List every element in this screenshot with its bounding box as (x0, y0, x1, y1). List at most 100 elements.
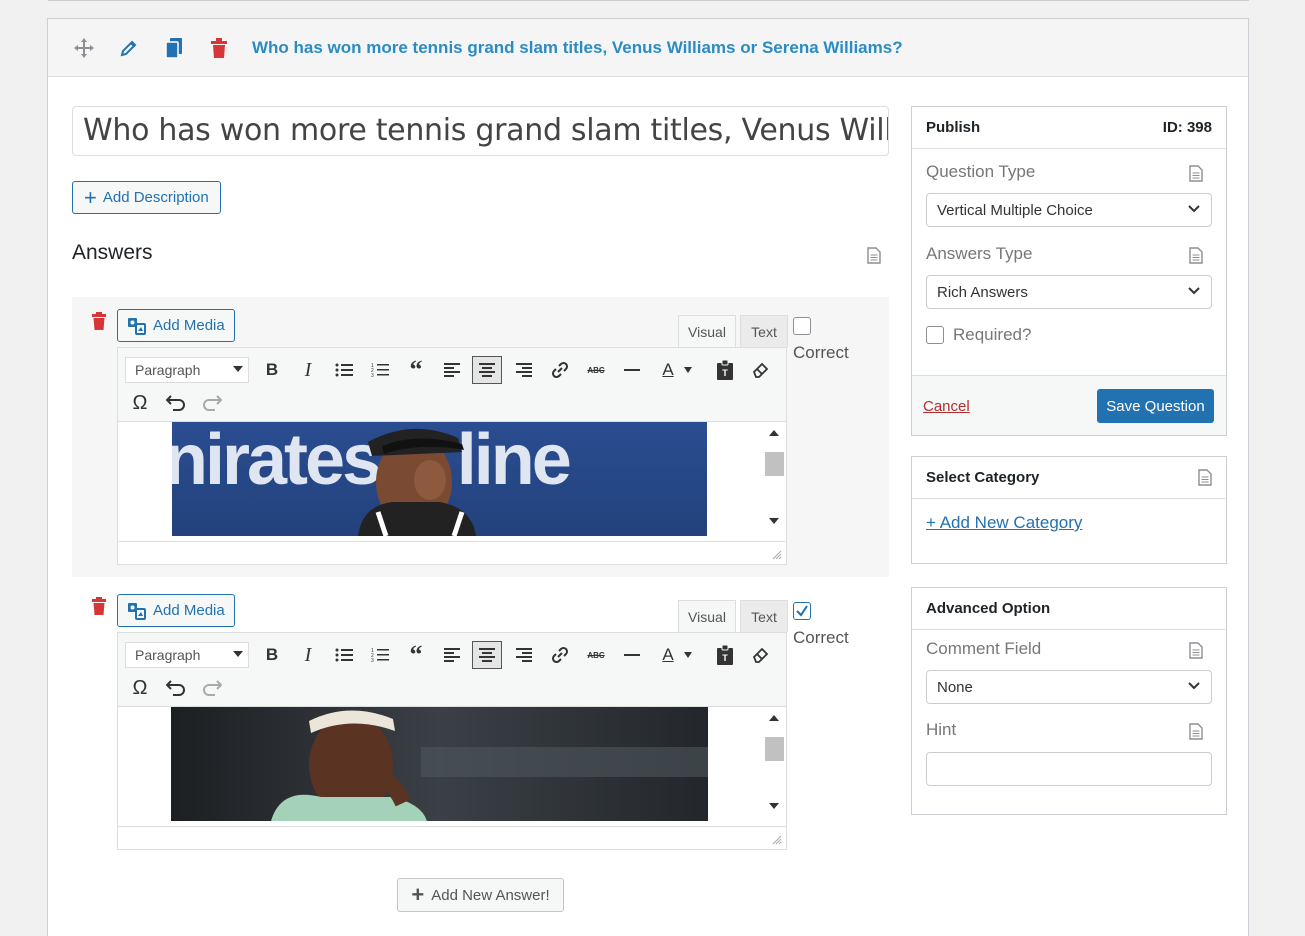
answers-type-value: Rich Answers (937, 283, 1028, 301)
special-character-icon[interactable]: Ω (125, 389, 155, 417)
category-title: Select Category (926, 469, 1040, 486)
duplicate-icon[interactable] (162, 36, 186, 60)
correct-checkbox[interactable] (793, 602, 811, 620)
paragraph-format-select[interactable]: Paragraph (125, 642, 249, 668)
editor-content-area[interactable] (118, 707, 786, 821)
edit-pencil-icon[interactable] (117, 36, 141, 60)
delete-answer-icon[interactable] (91, 312, 107, 330)
strikethrough-icon[interactable]: ABC (581, 356, 611, 384)
paste-as-text-icon[interactable]: T (710, 641, 740, 669)
link-icon[interactable] (545, 356, 575, 384)
strikethrough-icon[interactable]: ABC (581, 641, 611, 669)
scroll-up-arrow-icon[interactable] (769, 715, 779, 721)
question-card-header: Who has won more tennis grand slam title… (48, 19, 1248, 77)
bullet-list-icon[interactable] (329, 356, 359, 384)
redo-icon[interactable] (197, 389, 227, 417)
add-new-answer-button[interactable]: + Add New Answer! (397, 878, 564, 912)
paragraph-format-value: Paragraph (135, 647, 201, 663)
answers-type-help-doc-icon[interactable] (1189, 247, 1203, 264)
align-center-icon[interactable] (472, 356, 502, 384)
align-center-icon[interactable] (472, 641, 502, 669)
text-color-caret-icon[interactable] (680, 356, 696, 384)
question-title-input[interactable]: Who has won more tennis grand slam title… (72, 106, 889, 156)
editor-scrollbar[interactable] (762, 707, 786, 821)
question-header-title[interactable]: Who has won more tennis grand slam title… (252, 38, 903, 58)
rich-text-editor: Paragraph B I 123 “ ABC A T Ω (117, 347, 787, 565)
scroll-down-arrow-icon[interactable] (769, 518, 779, 524)
align-left-icon[interactable] (437, 356, 467, 384)
scroll-down-arrow-icon[interactable] (769, 803, 779, 809)
add-new-answer-label: Add New Answer! (431, 886, 550, 904)
answers-type-select[interactable]: Rich Answers (926, 275, 1212, 309)
scroll-thumb[interactable] (765, 737, 784, 761)
answer-item: Add Media Visual Text Paragraph B I 123 … (72, 297, 889, 577)
delete-answer-icon[interactable] (91, 597, 107, 615)
numbered-list-icon[interactable]: 123 (365, 356, 395, 384)
correct-checkbox[interactable] (793, 317, 811, 335)
add-media-button[interactable]: Add Media (117, 594, 235, 627)
undo-icon[interactable] (161, 389, 191, 417)
text-color-caret-icon[interactable] (680, 641, 696, 669)
svg-text:3: 3 (371, 373, 374, 378)
bold-icon[interactable]: B (257, 356, 287, 384)
chevron-down-icon (1188, 287, 1200, 295)
question-id: ID: 398 (1162, 119, 1212, 136)
scroll-thumb[interactable] (765, 452, 784, 476)
align-left-icon[interactable] (437, 641, 467, 669)
clear-formatting-icon[interactable] (745, 356, 775, 384)
resize-handle-icon[interactable] (772, 835, 782, 845)
save-question-button[interactable]: Save Question (1097, 389, 1214, 423)
bullet-list-icon[interactable] (329, 641, 359, 669)
paste-as-text-icon[interactable]: T (710, 356, 740, 384)
answers-help-doc-icon[interactable] (867, 247, 881, 264)
add-media-button[interactable]: Add Media (117, 309, 235, 342)
numbered-list-icon[interactable]: 123 (365, 641, 395, 669)
add-description-button[interactable]: + Add Description (72, 181, 221, 214)
clear-formatting-icon[interactable] (745, 641, 775, 669)
tab-visual[interactable]: Visual (678, 600, 736, 632)
add-media-label: Add Media (153, 602, 225, 619)
add-new-category-link[interactable]: + Add New Category (926, 513, 1082, 532)
editor-toolbar: Paragraph B I 123 “ ABC A T Ω (118, 348, 786, 422)
category-help-doc-icon[interactable] (1198, 469, 1212, 486)
special-character-icon[interactable]: Ω (125, 674, 155, 702)
chevron-down-icon (1188, 205, 1200, 213)
horizontal-line-icon[interactable] (617, 356, 647, 384)
undo-icon[interactable] (161, 674, 191, 702)
chevron-down-icon (1188, 682, 1200, 690)
dropdown-caret-icon (233, 651, 243, 657)
blockquote-icon[interactable]: “ (401, 640, 431, 669)
required-checkbox[interactable] (926, 326, 944, 344)
hint-help-doc-icon[interactable] (1189, 723, 1203, 740)
move-icon[interactable] (72, 36, 96, 60)
comment-field-help-doc-icon[interactable] (1189, 642, 1203, 659)
hint-input[interactable] (926, 752, 1212, 786)
redo-icon[interactable] (197, 674, 227, 702)
text-color-icon[interactable]: A (653, 641, 683, 669)
svg-text:T: T (722, 368, 728, 378)
resize-handle-icon[interactable] (772, 550, 782, 560)
publish-box: Publish ID: 398 Question Type Vertical M… (911, 106, 1227, 436)
tab-text[interactable]: Text (740, 600, 788, 632)
editor-scrollbar[interactable] (762, 422, 786, 536)
scroll-up-arrow-icon[interactable] (769, 430, 779, 436)
cancel-link[interactable]: Cancel (923, 398, 970, 415)
align-right-icon[interactable] (509, 356, 539, 384)
align-right-icon[interactable] (509, 641, 539, 669)
text-color-icon[interactable]: A (653, 356, 683, 384)
italic-icon[interactable]: I (293, 356, 323, 384)
paragraph-format-select[interactable]: Paragraph (125, 357, 249, 383)
italic-icon[interactable]: I (293, 641, 323, 669)
svg-text:T: T (722, 653, 728, 663)
blockquote-icon[interactable]: “ (401, 355, 431, 384)
tab-text[interactable]: Text (740, 315, 788, 347)
horizontal-line-icon[interactable] (617, 641, 647, 669)
tab-visual[interactable]: Visual (678, 315, 736, 347)
link-icon[interactable] (545, 641, 575, 669)
delete-question-icon[interactable] (207, 36, 231, 60)
editor-content-area[interactable]: nirates A line (118, 422, 786, 536)
question-type-select[interactable]: Vertical Multiple Choice (926, 193, 1212, 227)
question-type-help-doc-icon[interactable] (1189, 165, 1203, 182)
bold-icon[interactable]: B (257, 641, 287, 669)
comment-field-select[interactable]: None (926, 670, 1212, 704)
